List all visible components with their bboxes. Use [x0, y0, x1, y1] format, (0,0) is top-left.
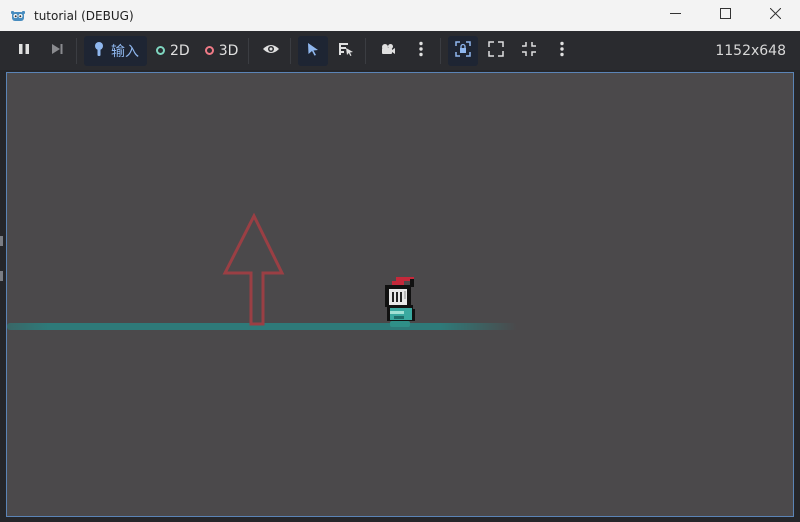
camera-options-button[interactable]: [406, 36, 436, 66]
input-mode-button[interactable]: 输入: [84, 35, 147, 66]
window-controls: [650, 0, 800, 31]
edge-mark: [0, 236, 3, 246]
shrink-icon: [521, 41, 537, 61]
mode-3d-button[interactable]: 3D: [199, 36, 245, 66]
more-vertical-icon: [418, 41, 424, 61]
pause-button[interactable]: [9, 36, 39, 66]
lock-camera-icon: [455, 40, 472, 61]
minimize-icon: [669, 8, 681, 23]
more-vertical-icon: [559, 41, 565, 61]
toolbar-separator: [248, 37, 250, 64]
game-window: tutorial (DEBUG) 输入 2D 3D 1152x648: [0, 0, 800, 522]
game-toolbar: 输入 2D 3D 1152x648: [0, 31, 800, 70]
next-frame-icon: [50, 42, 64, 60]
mode-2d-label: 2D: [170, 42, 190, 59]
toolbar-separator: [290, 37, 292, 64]
toolbar-separator: [365, 37, 367, 64]
close-button[interactable]: [750, 0, 800, 31]
visibility-button[interactable]: [256, 36, 286, 66]
lock-camera-button[interactable]: [448, 35, 479, 66]
list-select-button[interactable]: [331, 36, 361, 66]
game-viewport[interactable]: [6, 72, 794, 517]
pause-icon: [17, 42, 31, 60]
scene-canvas: [7, 212, 517, 330]
godot-icon: [10, 8, 26, 24]
next-frame-button[interactable]: [42, 36, 72, 66]
up-arrow-marker: [222, 212, 285, 326]
eye-icon: [262, 42, 280, 60]
view-options-button[interactable]: [547, 36, 577, 66]
window-title: tutorial (DEBUG): [34, 8, 134, 23]
camera-icon: [380, 42, 396, 60]
expand-button[interactable]: [481, 36, 511, 66]
close-icon: [769, 7, 781, 23]
title-bar: tutorial (DEBUG): [0, 0, 800, 31]
toolbar-separator: [76, 37, 77, 64]
list-select-icon: [338, 41, 354, 61]
toolbar-separator: [440, 37, 442, 64]
mode-3d-label: 3D: [218, 42, 239, 59]
maximize-button[interactable]: [700, 0, 750, 31]
input-mode-label: 输入: [111, 43, 139, 60]
maximize-icon: [719, 8, 731, 23]
camera-button[interactable]: [373, 36, 403, 66]
ring-3d-icon: [204, 46, 214, 55]
resolution-label: 1152x648: [715, 42, 786, 59]
knight-character: [385, 277, 415, 327]
mode-2d-button[interactable]: 2D: [150, 36, 196, 66]
shrink-button[interactable]: [514, 36, 544, 66]
edge-mark: [0, 271, 3, 281]
minimize-button[interactable]: [650, 0, 700, 31]
select-arrow-icon: [306, 42, 320, 60]
expand-icon: [488, 40, 505, 61]
input-icon: [92, 41, 106, 61]
select-button[interactable]: [298, 35, 329, 66]
ring-2d-icon: [156, 46, 165, 55]
